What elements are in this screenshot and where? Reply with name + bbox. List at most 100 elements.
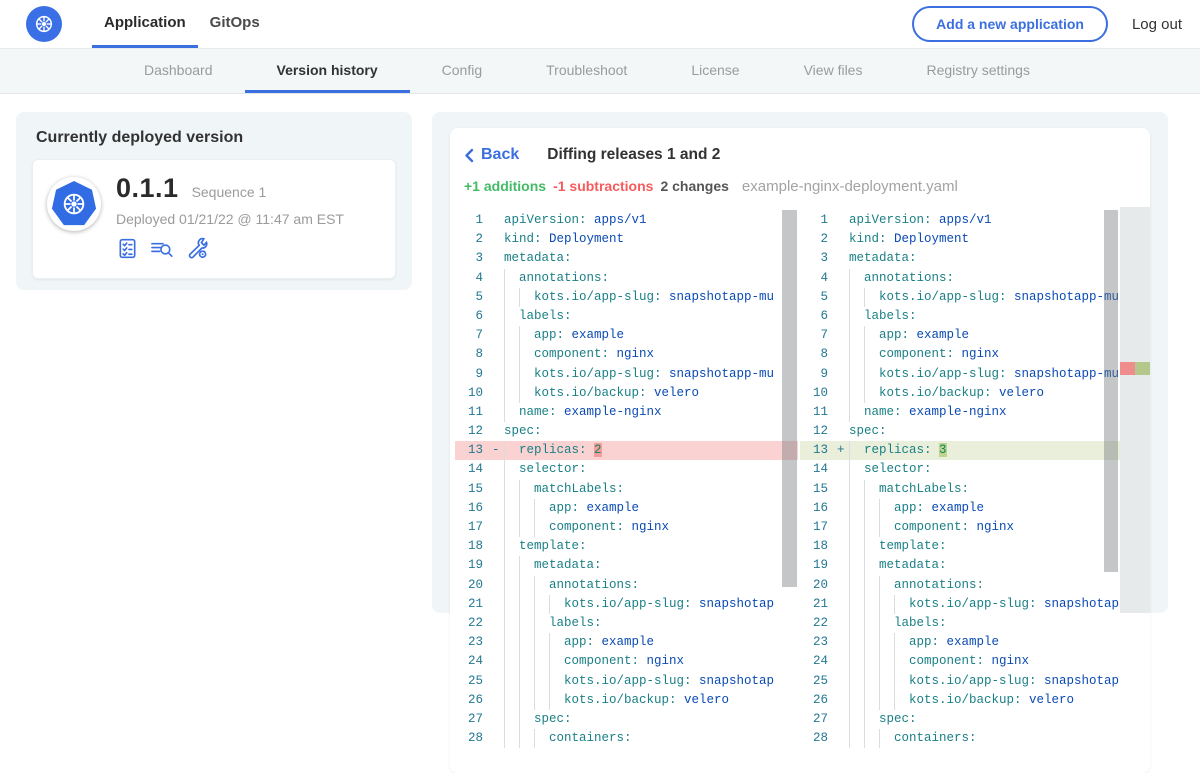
code-line: 20annotations: xyxy=(800,576,1120,595)
code-line: 8component: nginx xyxy=(455,345,798,364)
code-line: 2kind: Deployment xyxy=(455,230,798,249)
add-application-button[interactable]: Add a new application xyxy=(912,6,1108,42)
sub-nav: DashboardVersion historyConfigTroublesho… xyxy=(0,48,1200,94)
code-line: 15matchLabels: xyxy=(800,480,1120,499)
diff-editor-original: 1apiVersion: apps/v12kind: Deployment3me… xyxy=(455,207,798,748)
code-line: 5kots.io/app-slug: snapshotapp-mu xyxy=(455,288,798,307)
checklist-icon[interactable] xyxy=(116,237,139,260)
code-line: 24component: nginx xyxy=(800,652,1120,671)
top-tab-gitops[interactable]: GitOps xyxy=(198,0,272,48)
diff-overview-ruler xyxy=(1120,207,1150,613)
chevron-left-icon xyxy=(464,148,474,163)
diff-filename: example-nginx-deployment.yaml xyxy=(742,178,958,195)
code-line: 20annotations: xyxy=(455,576,798,595)
subnav-item-license[interactable]: License xyxy=(659,49,771,93)
code-line: 17component: nginx xyxy=(455,518,798,537)
code-line: 15matchLabels: xyxy=(455,480,798,499)
code-line: 23app: example xyxy=(455,633,798,652)
top-tab-application[interactable]: Application xyxy=(92,0,198,48)
code-line: 27spec: xyxy=(455,710,798,729)
diff-editor-modified: 1apiVersion: apps/v12kind: Deployment3me… xyxy=(800,207,1120,748)
code-line: 26kots.io/backup: velero xyxy=(800,691,1120,710)
code-line: 13+replicas: 3 xyxy=(800,441,1120,460)
logout-link[interactable]: Log out xyxy=(1132,16,1182,33)
code-line: 12spec: xyxy=(800,422,1120,441)
code-line: 18template: xyxy=(455,537,798,556)
code-line: 13-replicas: 2 xyxy=(455,441,798,460)
code-line: 14selector: xyxy=(455,460,798,479)
code-line: 21kots.io/app-slug: snapshotap xyxy=(800,595,1120,614)
changes-count: 2 changes xyxy=(660,178,728,194)
code-line: 4annotations: xyxy=(455,269,798,288)
code-line: 1apiVersion: apps/v1 xyxy=(800,211,1120,230)
code-line: 6labels: xyxy=(800,307,1120,326)
code-line: 3metadata: xyxy=(455,249,798,268)
diff-title: Diffing releases 1 and 2 xyxy=(547,146,720,164)
code-line: 6labels: xyxy=(455,307,798,326)
deployed-date: Deployed 01/21/22 @ 11:47 am EST xyxy=(116,211,344,227)
code-line: 27spec: xyxy=(800,710,1120,729)
code-line: 23app: example xyxy=(800,633,1120,652)
subnav-item-config[interactable]: Config xyxy=(410,49,514,93)
top-tabs: ApplicationGitOps xyxy=(62,0,272,48)
code-line: 19metadata: xyxy=(800,556,1120,575)
kubernetes-wheel-icon xyxy=(33,13,55,35)
code-line: 11name: example-nginx xyxy=(455,403,798,422)
kubernetes-heptagon xyxy=(51,181,97,227)
app-logo xyxy=(47,177,101,231)
code-line: 1apiVersion: apps/v1 xyxy=(455,211,798,230)
code-line: 16app: example xyxy=(800,499,1120,518)
code-line: 10kots.io/backup: velero xyxy=(800,384,1120,403)
release-notes-search-icon[interactable] xyxy=(149,237,175,260)
subnav-item-view-files[interactable]: View files xyxy=(772,49,895,93)
deployed-version-box: 0.1.1 Sequence 1 Deployed 01/21/22 @ 11:… xyxy=(32,159,396,279)
code-line: 8component: nginx xyxy=(800,345,1120,364)
code-line: 17component: nginx xyxy=(800,518,1120,537)
code-line: 16app: example xyxy=(455,499,798,518)
code-line: 22labels: xyxy=(800,614,1120,633)
code-line: 25kots.io/app-slug: snapshotap xyxy=(455,672,798,691)
code-line: 5kots.io/app-slug: snapshotapp-mu xyxy=(800,288,1120,307)
subnav-item-troubleshoot[interactable]: Troubleshoot xyxy=(514,49,659,93)
kubernetes-wheel-icon xyxy=(60,190,88,218)
subnav-item-version-history[interactable]: Version history xyxy=(245,49,410,93)
diff-card: Back Diffing releases 1 and 2 +1 additio… xyxy=(450,128,1150,773)
code-line: 25kots.io/app-slug: snapshotap xyxy=(800,672,1120,691)
code-line: 26kots.io/backup: velero xyxy=(455,691,798,710)
code-line: 3metadata: xyxy=(800,249,1120,268)
kubernetes-logo xyxy=(26,6,62,42)
code-line: 9kots.io/app-slug: snapshotapp-mu xyxy=(800,365,1120,384)
back-link[interactable]: Back xyxy=(464,146,519,164)
version-number: 0.1.1 xyxy=(116,173,179,204)
currently-deployed-card: Currently deployed version 0.1.1 xyxy=(16,112,412,290)
code-line: 9kots.io/app-slug: snapshotapp-mu xyxy=(455,365,798,384)
code-line: 18template: xyxy=(800,537,1120,556)
overview-addition-mark xyxy=(1135,362,1150,375)
code-line: 22labels: xyxy=(455,614,798,633)
code-line: 14selector: xyxy=(800,460,1120,479)
code-line: 7app: example xyxy=(800,326,1120,345)
right-editor-scrollbar[interactable] xyxy=(1104,210,1118,572)
config-tools-icon[interactable] xyxy=(185,236,209,260)
top-nav: ApplicationGitOps Add a new application … xyxy=(0,0,1200,48)
code-line: 2kind: Deployment xyxy=(800,230,1120,249)
code-line: 10kots.io/backup: velero xyxy=(455,384,798,403)
sequence-label: Sequence 1 xyxy=(192,184,267,200)
code-line: 7app: example xyxy=(455,326,798,345)
code-line: 21kots.io/app-slug: snapshotap xyxy=(455,595,798,614)
code-line: 4annotations: xyxy=(800,269,1120,288)
code-line: 24component: nginx xyxy=(455,652,798,671)
overview-deletion-mark xyxy=(1120,362,1135,375)
code-line: 28containers: xyxy=(455,729,798,748)
subnav-item-registry-settings[interactable]: Registry settings xyxy=(894,49,1061,93)
subtractions-count: -1 subtractions xyxy=(553,178,653,194)
code-line: 19metadata: xyxy=(455,556,798,575)
code-line: 11name: example-nginx xyxy=(800,403,1120,422)
code-line: 12spec: xyxy=(455,422,798,441)
left-editor-scrollbar[interactable] xyxy=(782,210,797,587)
diff-stats: +1 additions -1 subtractions 2 changes e… xyxy=(450,164,1150,195)
deployed-card-title: Currently deployed version xyxy=(16,112,412,147)
additions-count: +1 additions xyxy=(464,178,546,194)
code-line: 28containers: xyxy=(800,729,1120,748)
subnav-item-dashboard[interactable]: Dashboard xyxy=(112,49,245,93)
